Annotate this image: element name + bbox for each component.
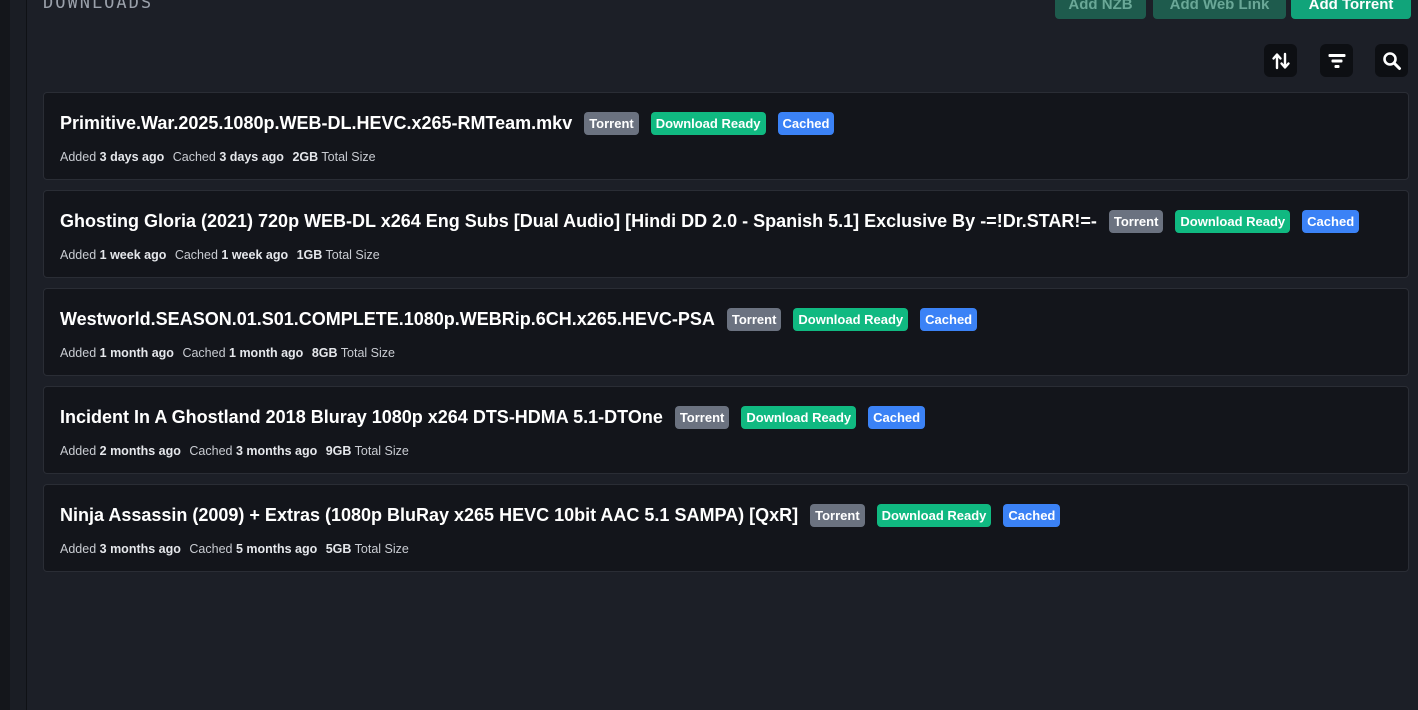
download-item[interactable]: Ninja Assassin (2009) + Extras (1080p Bl… — [43, 484, 1409, 572]
main-panel: DOWNLOADS Add NZB Add Web Link Add Torre… — [27, 0, 1418, 710]
download-name[interactable]: Ninja Assassin (2009) + Extras (1080p Bl… — [60, 505, 798, 526]
size-info: 9GB Total Size — [325, 444, 409, 458]
size-info: 8GB Total Size — [311, 346, 395, 360]
cached-info: Cached 5 months ago — [189, 542, 318, 556]
status-badge: Download Ready — [741, 406, 857, 429]
filter-button[interactable] — [1320, 44, 1353, 77]
type-badge: Torrent — [674, 406, 730, 429]
sidebar-edge — [10, 0, 27, 710]
search-button[interactable] — [1375, 44, 1408, 77]
download-name[interactable]: Westworld.SEASON.01.S01.COMPLETE.1080p.W… — [60, 309, 715, 330]
download-item[interactable]: Ghosting Gloria (2021) 720p WEB-DL x264 … — [43, 190, 1409, 278]
add-torrent-button[interactable]: Add Torrent — [1291, 0, 1411, 19]
download-meta: Added 3 months ago Cached 5 months ago 5… — [60, 542, 414, 556]
added-info: Added 1 month ago — [60, 346, 174, 360]
download-meta: Added 2 months ago Cached 3 months ago 9… — [60, 444, 414, 458]
download-item[interactable]: Primitive.War.2025.1080p.WEB-DL.HEVC.x26… — [43, 92, 1409, 180]
download-title-row: Primitive.War.2025.1080p.WEB-DL.HEVC.x26… — [60, 112, 846, 135]
download-list: Primitive.War.2025.1080p.WEB-DL.HEVC.x26… — [43, 92, 1409, 582]
cache-badge: Cached — [1003, 504, 1061, 527]
download-title-row: Westworld.SEASON.01.S01.COMPLETE.1080p.W… — [60, 308, 989, 331]
status-badge: Download Ready — [793, 308, 909, 331]
type-badge: Torrent — [726, 308, 782, 331]
status-badge: Download Ready — [876, 504, 992, 527]
page-title: DOWNLOADS — [43, 0, 154, 13]
size-info: 1GB Total Size — [296, 248, 380, 262]
cache-badge: Cached — [1302, 210, 1360, 233]
sort-arrows-icon — [1271, 52, 1290, 69]
filter-icon — [1328, 53, 1345, 68]
download-name[interactable]: Incident In A Ghostland 2018 Bluray 1080… — [60, 407, 663, 428]
cache-badge: Cached — [868, 406, 926, 429]
cached-info: Cached 3 months ago — [189, 444, 318, 458]
added-info: Added 3 months ago — [60, 542, 181, 556]
download-meta: Added 1 month ago Cached 1 month ago 8GB… — [60, 346, 400, 360]
sort-button[interactable] — [1264, 44, 1297, 77]
type-badge: Torrent — [810, 504, 865, 527]
download-item[interactable]: Incident In A Ghostland 2018 Bluray 1080… — [43, 386, 1409, 474]
cache-badge: Cached — [920, 308, 978, 331]
added-info: Added 2 months ago — [60, 444, 181, 458]
add-nzb-button[interactable]: Add NZB — [1055, 0, 1146, 19]
download-title-row: Ghosting Gloria (2021) 720p WEB-DL x264 … — [60, 210, 1371, 233]
download-meta: Added 1 week ago Cached 1 week ago 1GB T… — [60, 248, 385, 262]
cached-info: Cached 1 week ago — [174, 248, 289, 262]
cached-info: Cached 1 month ago — [182, 346, 304, 360]
added-info: Added 3 days ago — [60, 150, 165, 164]
cache-badge: Cached — [777, 112, 835, 135]
add-web-link-button[interactable]: Add Web Link — [1153, 0, 1286, 19]
size-info: 2GB Total Size — [292, 150, 376, 164]
download-meta: Added 3 days ago Cached 3 days ago 2GB T… — [60, 150, 381, 164]
added-info: Added 1 week ago — [60, 248, 167, 262]
status-badge: Download Ready — [1175, 210, 1291, 233]
type-badge: Torrent — [1108, 210, 1164, 233]
download-title-row: Incident In A Ghostland 2018 Bluray 1080… — [60, 406, 937, 429]
left-rail — [0, 0, 10, 710]
status-badge: Download Ready — [650, 112, 766, 135]
download-name[interactable]: Primitive.War.2025.1080p.WEB-DL.HEVC.x26… — [60, 113, 572, 134]
size-info: 5GB Total Size — [325, 542, 409, 556]
download-title-row: Ninja Assassin (2009) + Extras (1080p Bl… — [60, 504, 1072, 527]
download-item[interactable]: Westworld.SEASON.01.S01.COMPLETE.1080p.W… — [43, 288, 1409, 376]
download-name[interactable]: Ghosting Gloria (2021) 720p WEB-DL x264 … — [60, 211, 1097, 232]
cached-info: Cached 3 days ago — [172, 150, 284, 164]
search-icon — [1382, 51, 1401, 70]
type-badge: Torrent — [584, 112, 639, 135]
